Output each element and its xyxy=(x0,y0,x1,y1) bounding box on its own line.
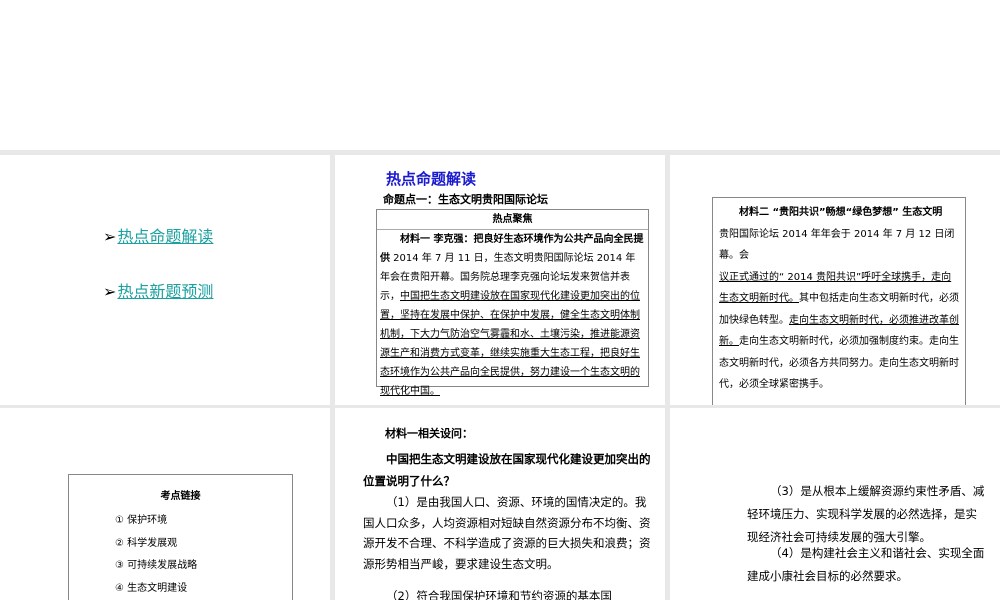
slide-thumbnail-4[interactable]: 考点链接 ① 保护环境 ② 科学发展观 ③ 可持续发展战略 ④ 生态文明建设 xyxy=(0,408,330,600)
list-item: ③ 可持续发展战略 xyxy=(115,560,198,571)
slide-thumbnail-6[interactable]: （3）是从根本上缓解资源约束性矛盾、减轻环境压力、实现科学发展的必然选择，是实现… xyxy=(670,408,1000,600)
link-hot-topic-interpretation[interactable]: ➢热点命题解读 xyxy=(103,223,213,247)
slide-thumbnail-5[interactable]: 材料一相关设问： 中国把生态文明建设放在国家现代化建设更加突出的位置说明了什么？… xyxy=(335,408,665,600)
answer-2: （2）符合我国保护环境和节约资源的基本国 xyxy=(386,589,612,600)
material-lead: 材料二 “贵阳共识”畅想“绿色梦想” 生态文明 xyxy=(739,207,943,218)
answer-1: （1）是由我国人口、资源、环境的国情决定的。我国人口众多，人均资源相对短缺自然资… xyxy=(363,495,651,571)
slide-subtitle: 命题点一：生态文明贵阳国际论坛 xyxy=(383,193,548,206)
slide-thumbnail-2[interactable]: 热点命题解读 命题点一：生态文明贵阳国际论坛 热点聚焦 材料一 李克强：把良好生… xyxy=(335,155,665,405)
box-title: 考点链接 xyxy=(160,491,201,502)
knowledge-link-box: 考点链接 ① 保护环境 ② 科学发展观 ③ 可持续发展战略 ④ 生态文明建设 xyxy=(68,474,293,600)
text: 走向生态文明新时代，必须加强制度约束。走向生态文明新时代，必须各方共同努力。走向… xyxy=(719,336,959,390)
question-text: 中国把生态文明建设放在国家现代化建设更加突出的位置说明了什么？ xyxy=(363,452,651,488)
slide-title: 热点命题解读 xyxy=(386,170,477,188)
link-label: 热点新题预测 xyxy=(117,282,214,301)
list-item: ① 保护环境 xyxy=(115,515,168,526)
box-header: 热点聚焦 xyxy=(377,210,648,230)
link-label: 热点命题解读 xyxy=(117,227,214,246)
material-two-text: 材料二 “贵阳共识”畅想“绿色梦想” 生态文明贵阳国际论坛 2014 年年会于 … xyxy=(719,202,959,396)
material-one-text: 材料一 李克强：把良好生态环境作为公共产品向全民提供 2014 年 7 月 11… xyxy=(377,230,648,401)
answer-4: （4）是构建社会主义和谐社会、实现全面建成小康社会目标的必然要求。 xyxy=(747,546,985,583)
slide-thumbnail-1[interactable]: ➢热点命题解读 ➢热点新题预测 xyxy=(0,155,330,405)
hot-focus-box: 热点聚焦 材料一 李克强：把良好生态环境作为公共产品向全民提供 2014 年 7… xyxy=(376,209,649,397)
text: 贵阳国际论坛 2014 年年会于 2014 年 7 月 12 日闭幕。会 xyxy=(719,228,955,262)
section-heading: 材料一相关设问： xyxy=(385,427,473,440)
material-two-box: 材料二 “贵阳共识”畅想“绿色梦想” 生态文明贵阳国际论坛 2014 年年会于 … xyxy=(712,197,966,405)
arrow-bullet-icon: ➢ xyxy=(103,227,117,246)
slide-thumbnail-3[interactable]: 材料二 “贵阳共识”畅想“绿色梦想” 生态文明贵阳国际论坛 2014 年年会于 … xyxy=(670,155,1000,405)
list-item: ④ 生态文明建设 xyxy=(115,582,188,594)
arrow-bullet-icon: ➢ xyxy=(103,282,117,301)
link-hot-new-question-prediction[interactable]: ➢热点新题预测 xyxy=(103,278,213,302)
list-item: ② 科学发展观 xyxy=(115,537,178,549)
answer-3: （3）是从根本上缓解资源约束性矛盾、减轻环境压力、实现科学发展的必然选择，是实现… xyxy=(747,484,985,544)
material-underlined: 中国把生态文明建设放在国家现代化建设更加突出的位置，坚持在发展中保护、在保护中发… xyxy=(380,291,640,397)
